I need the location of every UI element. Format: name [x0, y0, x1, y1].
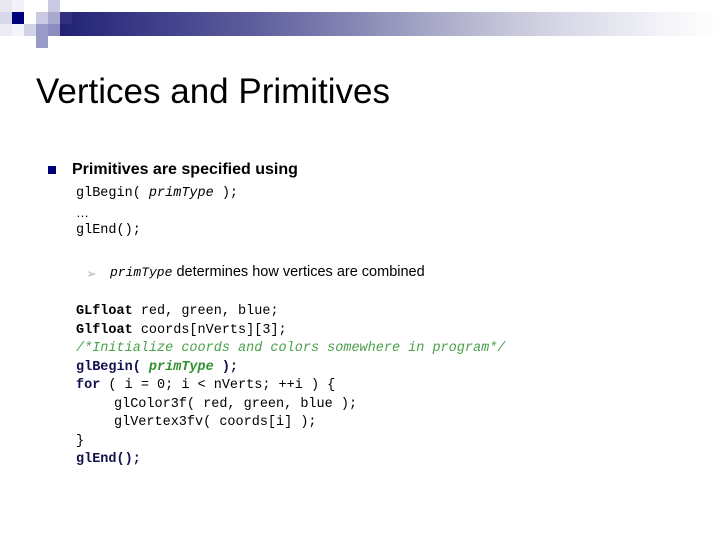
deco-square — [12, 0, 24, 12]
code-text: glBegin( — [76, 359, 149, 375]
deco-square — [36, 36, 48, 48]
deco-square — [24, 24, 36, 36]
code-line: glVertex3fv( coords[i] ); — [76, 414, 720, 433]
deco-square — [48, 12, 60, 24]
deco-square — [36, 0, 48, 12]
code-text: ); — [213, 186, 239, 201]
code-text: red, green, blue; — [132, 304, 279, 319]
deco-square — [24, 36, 36, 48]
sub-bullet-var: primType — [110, 264, 173, 280]
slide-header-decoration — [0, 0, 720, 48]
code-text: coords[nVerts][3]; — [132, 322, 287, 338]
code-comment: /*Initialize coords and colors somewhere… — [76, 341, 506, 356]
slide: Vertices and Primitives Primitives are s… — [0, 0, 720, 540]
deco-square — [48, 24, 60, 36]
deco-square — [0, 0, 12, 12]
bullet-label: Primitives are specified using — [72, 161, 298, 178]
sub-bullet-label: determines how vertices are combined — [172, 263, 425, 280]
deco-square — [36, 12, 48, 24]
arrow-bullet-icon: ➢ — [86, 266, 97, 282]
code-line: GLfloat red, green, blue; — [76, 303, 720, 322]
code-var-primtype: primType — [148, 359, 214, 375]
code-block-program: GLfloat red, green, blue; Glfloat coords[… — [76, 303, 720, 470]
code-keyword: Glfloat — [76, 322, 133, 338]
square-bullet-icon — [48, 166, 56, 174]
gradient-bar — [48, 12, 720, 36]
code-var-primtype: primType — [148, 186, 214, 201]
deco-square — [48, 0, 60, 12]
deco-square — [12, 12, 24, 24]
deco-square — [24, 0, 36, 12]
code-block-begin-end: glBegin( primType );… glEnd(); — [76, 185, 720, 241]
deco-square — [60, 12, 72, 24]
deco-square — [60, 0, 72, 12]
code-line: glEnd(); — [76, 223, 141, 238]
deco-square — [12, 24, 24, 36]
deco-square — [36, 24, 48, 36]
deco-square — [0, 12, 12, 24]
code-line-ellipsis: … — [76, 204, 90, 220]
code-line: for ( i = 0; i < nVerts; ++i ) { — [76, 377, 720, 396]
code-line: } — [76, 433, 85, 449]
code-text: glBegin( — [76, 186, 149, 201]
deco-square — [24, 12, 36, 24]
code-line: glBegin( primType ); — [76, 359, 720, 378]
sub-bullet-item-primtype: ➢ primType determines how vertices are c… — [0, 263, 720, 283]
code-line: glEnd(); — [76, 452, 141, 467]
code-text: glVertex3fv( coords[i] ); — [114, 415, 317, 430]
code-keyword-for: for — [76, 378, 101, 393]
code-text: ( i = 0; i < nVerts; ++i ) { — [100, 378, 336, 393]
deco-square — [0, 24, 12, 36]
code-keyword: GLfloat — [76, 304, 133, 319]
bullet-item-primitives: Primitives are specified using — [0, 160, 720, 180]
slide-body: Primitives are specified using glBegin( … — [0, 150, 720, 530]
code-line: glColor3f( red, green, blue ); — [76, 396, 720, 415]
code-line: Glfloat coords[nVerts][3]; — [76, 322, 720, 341]
code-text: glColor3f( red, green, blue ); — [114, 396, 358, 412]
code-text: ); — [213, 359, 239, 375]
code-line: glBegin( primType ); — [76, 185, 720, 204]
page-title: Vertices and Primitives — [36, 72, 391, 111]
